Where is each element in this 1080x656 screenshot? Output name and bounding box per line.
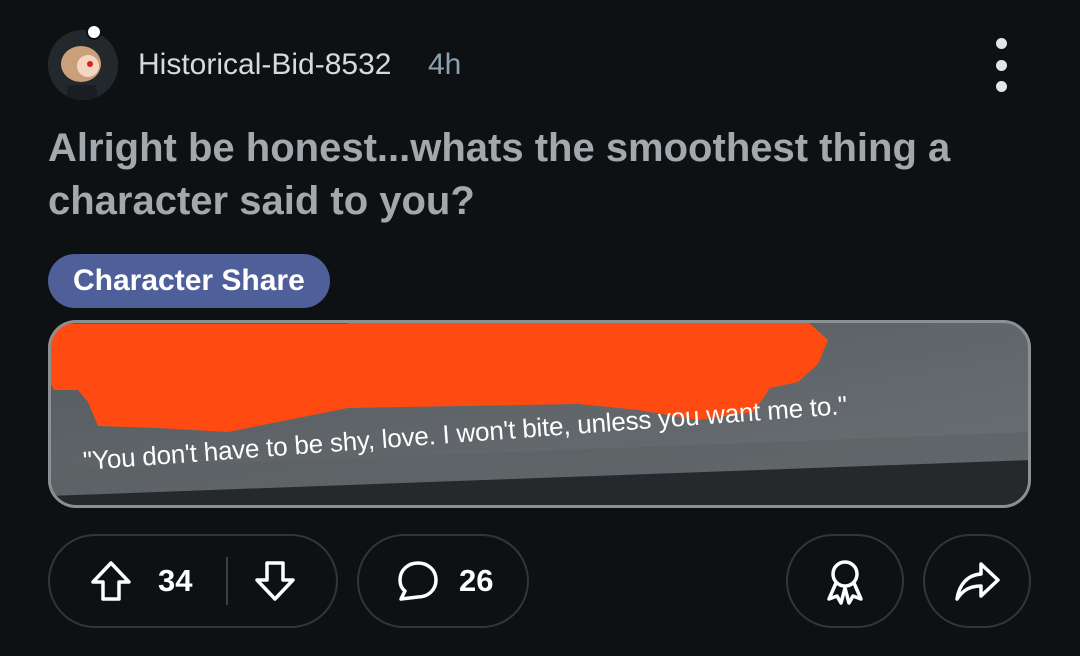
online-indicator xyxy=(86,24,102,40)
more-dot-icon xyxy=(995,38,1007,49)
share-button[interactable] xyxy=(923,534,1031,628)
post-image[interactable]: "You don't have to be shy, love. I won't… xyxy=(48,320,1031,508)
post-card: Historical-Bid-8532 4h Alright be honest… xyxy=(0,0,1080,656)
award-icon xyxy=(820,556,870,606)
more-dot-icon xyxy=(995,81,1007,92)
post-title[interactable]: Alright be honest...whats the smoothest … xyxy=(48,122,1028,228)
vote-divider xyxy=(226,557,229,605)
avatar-illustration xyxy=(48,30,118,100)
comment-count: 26 xyxy=(459,563,494,598)
vote-score: 34 xyxy=(158,563,193,598)
vote-bar: 34 xyxy=(48,534,338,628)
post-author[interactable]: Historical-Bid-8532 xyxy=(138,46,391,84)
user-avatar[interactable] xyxy=(48,30,118,100)
comments-button[interactable]: 26 xyxy=(357,534,529,628)
share-arrow-icon xyxy=(952,556,1002,606)
more-dot-icon xyxy=(995,59,1007,71)
more-options-button[interactable] xyxy=(984,38,1018,92)
post-flair[interactable]: Character Share xyxy=(48,254,330,308)
comment-bubble-icon xyxy=(395,558,441,604)
arrow-up-icon[interactable] xyxy=(88,558,134,604)
post-timestamp: 4h xyxy=(428,48,462,81)
award-button[interactable] xyxy=(786,534,904,628)
arrow-down-icon[interactable] xyxy=(252,558,298,604)
